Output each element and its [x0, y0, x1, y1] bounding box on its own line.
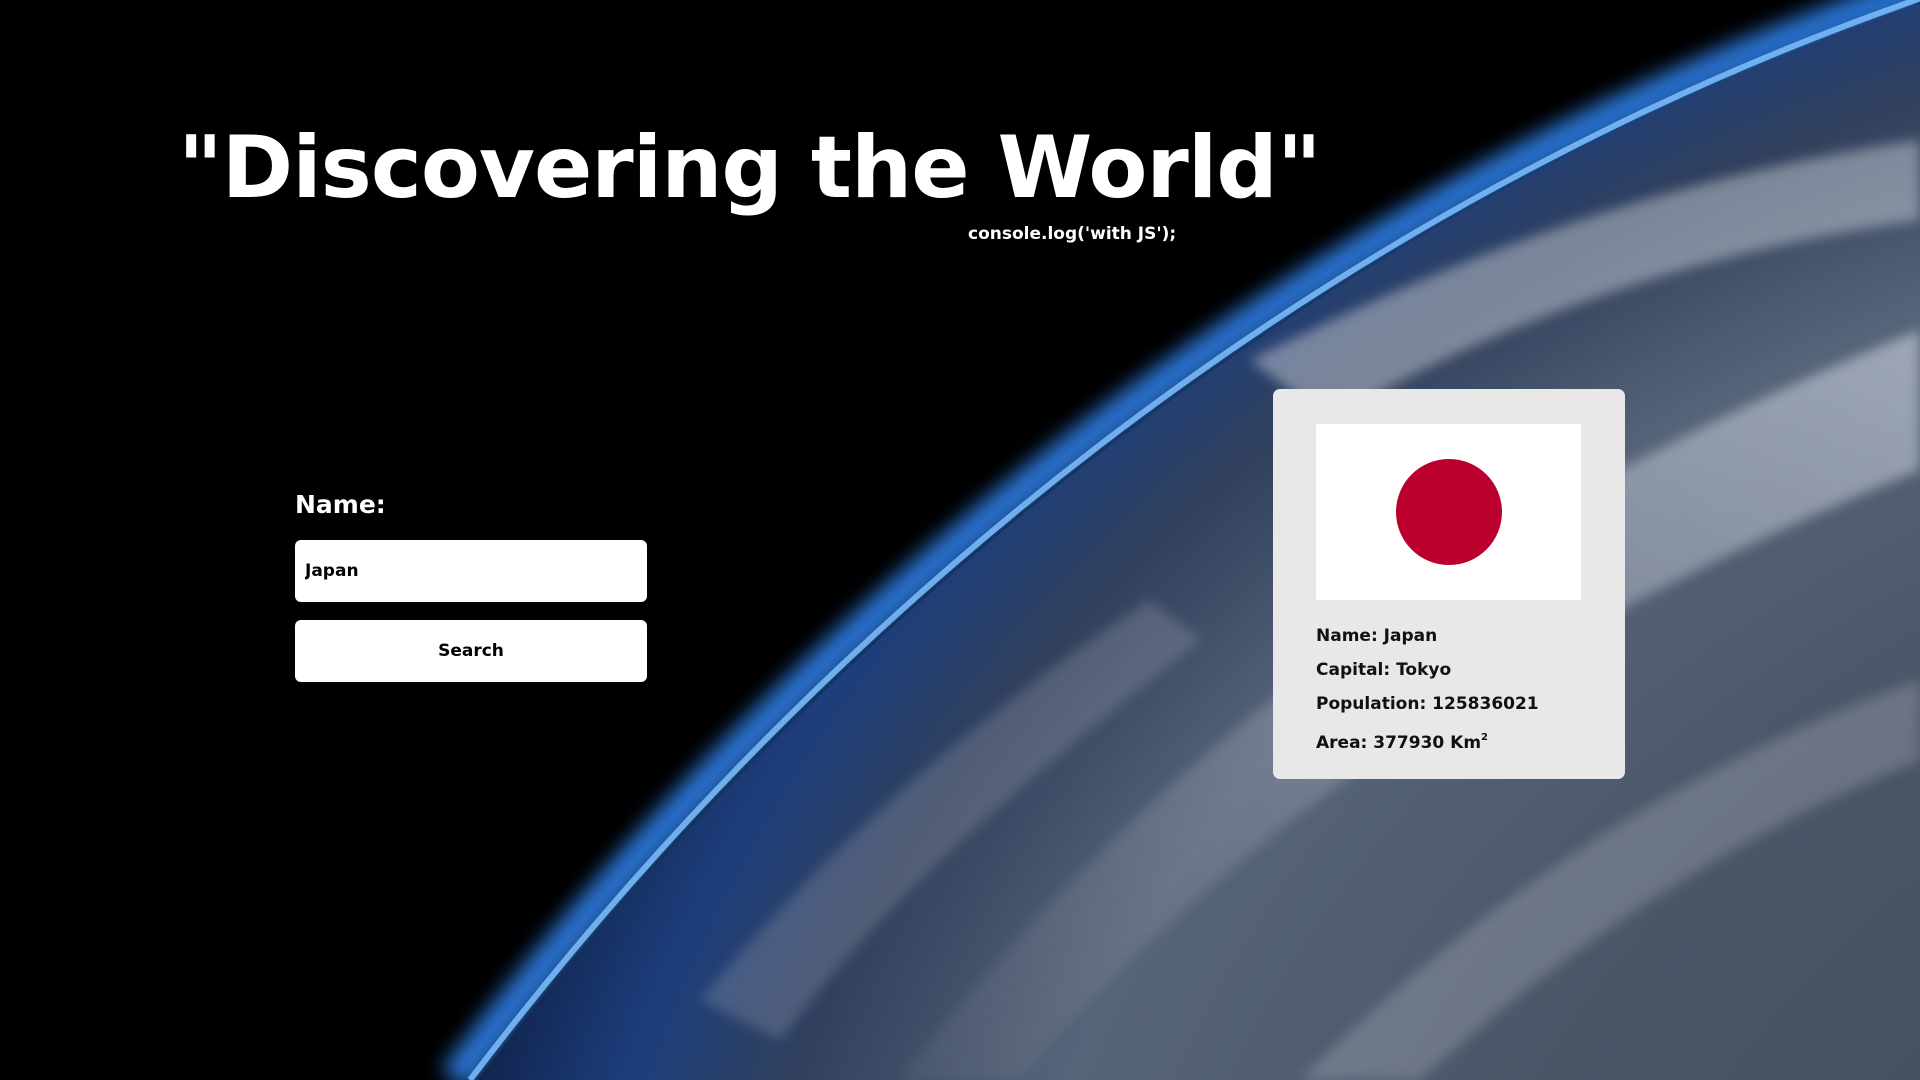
- country-name-value: Japan: [1383, 626, 1438, 646]
- country-capital-row: Capital: Tokyo: [1316, 653, 1539, 687]
- search-button[interactable]: Search: [295, 620, 647, 682]
- country-flag-image: [1316, 424, 1581, 600]
- flag-red-disc: [1396, 459, 1502, 565]
- country-area-value: 377930 Km: [1373, 733, 1482, 753]
- country-population-label: Population:: [1316, 694, 1427, 714]
- country-capital-value: Tokyo: [1396, 660, 1452, 680]
- area-unit-exponent: 2: [1481, 732, 1489, 743]
- country-area-label: Area:: [1316, 733, 1368, 753]
- country-population-row: Population: 125836021: [1316, 687, 1539, 721]
- page-title: "Discovering the World": [178, 118, 1322, 218]
- page-subtitle: console.log('with JS');: [968, 224, 1177, 244]
- country-name-label: Name:: [1316, 626, 1378, 646]
- country-result-card: Name: Japan Capital: Tokyo Population: 1…: [1273, 389, 1625, 779]
- country-area-row: Area: 377930 Km2: [1316, 721, 1539, 755]
- country-population-value: 125836021: [1432, 694, 1539, 714]
- name-field-label: Name:: [295, 490, 386, 519]
- country-capital-label: Capital:: [1316, 660, 1391, 680]
- country-info: Name: Japan Capital: Tokyo Population: 1…: [1316, 619, 1539, 755]
- country-name-input[interactable]: [295, 540, 647, 602]
- country-name-row: Name: Japan: [1316, 619, 1539, 653]
- page: "Discovering the World" console.log('wit…: [0, 0, 1920, 1080]
